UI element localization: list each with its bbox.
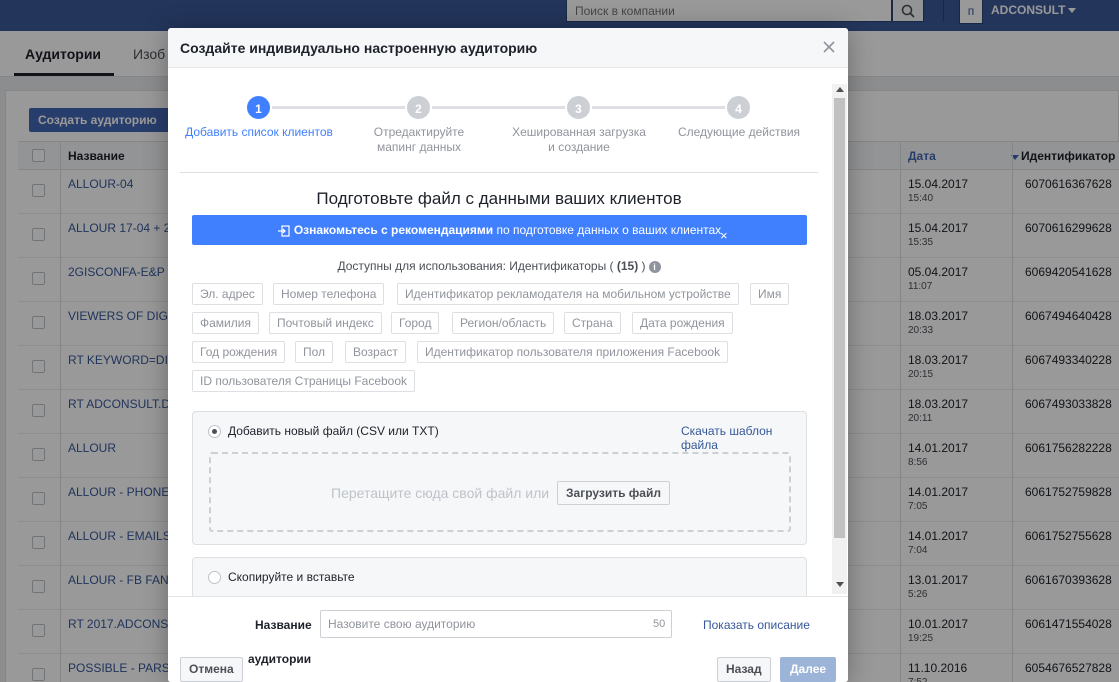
scrollbar-thumb[interactable]: [834, 98, 845, 538]
show-description-link[interactable]: Показать описание: [703, 618, 810, 632]
dialog-header: Создайте индивидуально настроенную аудит…: [168, 28, 848, 68]
stepper-divider: [180, 172, 818, 173]
step-connector: [579, 106, 739, 109]
upload-file-label: Добавить новый файл (CSV или TXT): [228, 424, 439, 438]
upload-file-radio[interactable]: [208, 425, 221, 438]
close-icon[interactable]: ×: [720, 229, 728, 242]
identifier-tag: Эл. адрес: [192, 283, 263, 305]
step-2-label: Отредактируйте мапинг данных: [373, 125, 465, 154]
dialog-footer: Название 50 Показать описание Отмена ауд…: [168, 596, 848, 682]
available-suffix: ): [638, 259, 646, 273]
scroll-down-arrow-icon[interactable]: [836, 582, 844, 587]
character-counter: 50: [653, 618, 666, 630]
identifier-tag: Имя: [750, 283, 790, 305]
identifier-tag: Город: [391, 312, 440, 334]
identifier-tag: Регион/область: [452, 312, 555, 334]
step-1-indicator: 1: [245, 94, 272, 121]
step-4-label: Следующие действия: [677, 125, 801, 139]
step-connector: [419, 106, 579, 109]
identifier-tag: Пол: [295, 341, 334, 363]
step-3-indicator: 3: [565, 94, 592, 121]
scroll-up-arrow-icon[interactable]: [836, 87, 844, 92]
identifier-tag: ID пользователя Страницы Facebook: [192, 370, 416, 392]
close-icon[interactable]: [823, 41, 835, 53]
guidelines-banner[interactable]: Ознакомьтесь с рекомендациями по подгото…: [192, 215, 807, 245]
identifier-tag: Идентификатор рекламодателя на мобильном…: [397, 283, 739, 305]
step-4-indicator: 4: [725, 94, 752, 121]
copy-paste-label: Скопируйте и вставьте: [228, 570, 355, 584]
identifier-tag: Возраст: [345, 341, 406, 363]
back-button[interactable]: Назад: [717, 657, 771, 682]
step-connector: [259, 106, 419, 109]
upload-file-button[interactable]: Загрузить файл: [557, 481, 670, 505]
file-dropzone[interactable]: Перетащите сюда свой файл или Загрузить …: [209, 452, 791, 532]
copy-paste-radio[interactable]: [208, 571, 221, 584]
step-1-label: Добавить список клиентов: [185, 125, 333, 139]
guidelines-text: по подготовке данных о ваших клиентах: [493, 223, 722, 237]
identifier-tag: Почтовый индекс: [269, 312, 382, 334]
dialog-title: Создайте индивидуально настроенную аудит…: [180, 40, 538, 56]
audience-name-label: Название: [255, 618, 312, 632]
identifier-tag: Год рождения: [192, 341, 286, 363]
identifier-tag: Номер телефона: [273, 283, 385, 305]
info-icon[interactable]: i: [648, 260, 661, 273]
upload-file-option: Добавить новый файл (CSV или TXT) Скачат…: [192, 411, 807, 545]
cancel-button[interactable]: Отмена: [180, 657, 243, 682]
available-prefix: Доступны для использования: Идентификато…: [337, 259, 617, 273]
step-3-label: Хешированная загрузка и создание: [512, 125, 646, 154]
identifier-tag: Фамилия: [192, 312, 259, 334]
audience-label-text: аудитории: [248, 652, 312, 666]
download-template-link[interactable]: Скачать шаблон файла: [681, 424, 806, 452]
identifier-count: (15): [616, 259, 639, 273]
dropzone-text: Перетащите сюда свой файл или: [331, 485, 550, 501]
guidelines-link[interactable]: Ознакомьтесь с рекомендациями: [294, 223, 493, 237]
identifier-tag: Страна: [564, 312, 621, 334]
audience-name-input[interactable]: [320, 610, 672, 638]
step-2-indicator: 2: [405, 94, 432, 121]
available-identifiers-text: Доступны для использования: Идентификато…: [168, 259, 830, 273]
next-button[interactable]: Далее: [780, 657, 837, 682]
section-title: Подготовьте файл с данными ваших клиенто…: [316, 189, 682, 208]
custom-audience-dialog: Создайте индивидуально настроенную аудит…: [168, 28, 848, 682]
identifier-tag: Дата рождения: [632, 312, 733, 334]
open-link-icon: [277, 225, 290, 237]
identifier-tag: Идентификатор пользователя приложения Fa…: [417, 341, 729, 363]
